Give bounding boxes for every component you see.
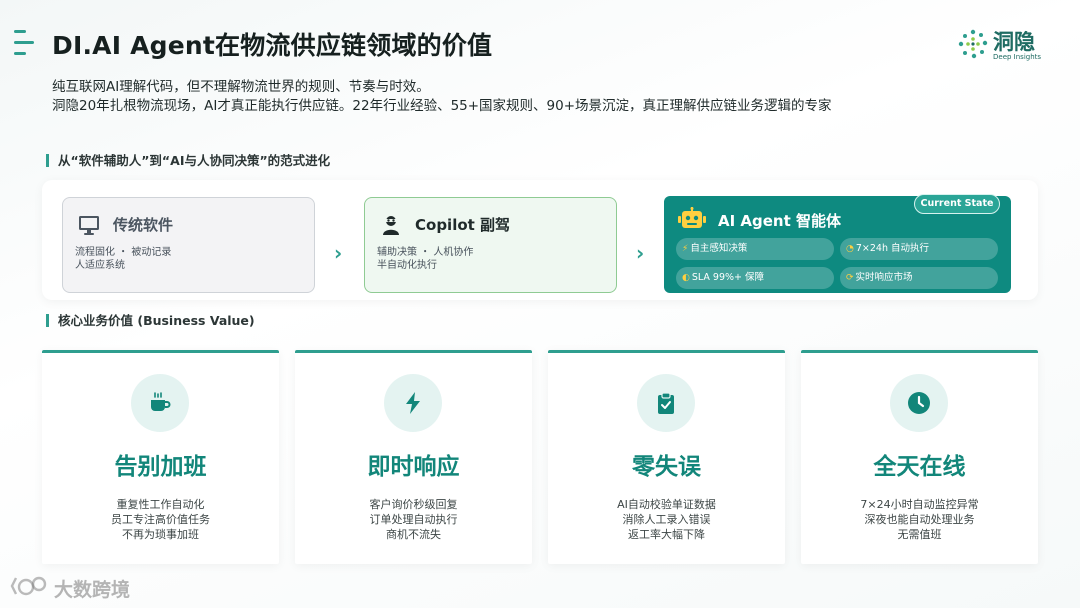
bolt-icon: ⚡ <box>682 244 689 254</box>
coffee-icon <box>151 392 171 411</box>
value-line: 客户询价秒级回复 <box>369 498 458 511</box>
chip-label: 实时响应市场 <box>855 272 913 283</box>
watermark-logo-icon <box>10 576 47 596</box>
watermark-text: 大数跨境 <box>54 579 131 601</box>
value-card: 告别加班 重复性工作自动化 员工专注高价值任务 不再为琐事加班 <box>42 350 279 564</box>
value-card: 全天在线 7×24小时自动监控异常 深夜也能自动处理业务 无需值班 <box>801 350 1038 564</box>
pilot-icon <box>383 216 399 235</box>
chevron-right-icon: › <box>636 241 645 265</box>
brand-logo: 洞隐 Deep Insights <box>957 26 1047 66</box>
capability-chip: ⚡ 自主感知决策 <box>676 238 834 260</box>
value-description: 7×24小时自动监控异常 深夜也能自动处理业务 无需值班 <box>801 497 1038 542</box>
monitor-icon <box>79 216 99 235</box>
evolution-heading: 从“软件辅助人”到“AI与人协同决策”的范式进化 <box>46 154 330 167</box>
value-heading: 核心业务价值 (Business Value) <box>46 314 255 327</box>
value-line: 无需值班 <box>897 528 942 541</box>
stage-title: AI Agent 智能体 <box>718 212 842 230</box>
shield-icon: ◐ <box>682 273 690 283</box>
stage-ai-agent: AI Agent 智能体 Current State ⚡ 自主感知决策 ◔ 7×24… <box>664 194 1011 293</box>
bolt-icon <box>406 392 420 414</box>
clock-icon: ◔ <box>846 244 854 254</box>
capability-chip: ◔ 7×24h 自动执行 <box>840 238 998 260</box>
value-icon-circle <box>890 374 948 432</box>
page-title: DI.AI Agent在物流供应链领域的价值 <box>52 31 493 60</box>
robot-icon <box>678 207 706 228</box>
value-line: 消除人工录入错误 <box>622 513 711 526</box>
menu-icon[interactable] <box>14 30 34 56</box>
value-description: AI自动校验单证数据 消除人工录入错误 返工率大幅下降 <box>548 497 785 542</box>
current-state-badge: Current State <box>914 194 1000 214</box>
value-title: 零失误 <box>632 454 701 480</box>
logo-name: 洞隐 <box>993 30 1035 54</box>
chip-label: SLA 99%+ 保障 <box>691 272 765 283</box>
value-title: 即时响应 <box>367 454 460 480</box>
clock-icon <box>908 392 930 414</box>
capability-chip: ⟳ 实时响应市场 <box>840 267 998 289</box>
value-line: 7×24小时自动监控异常 <box>860 498 979 511</box>
value-card: 零失误 AI自动校验单证数据 消除人工录入错误 返工率大幅下降 <box>548 350 785 564</box>
value-icon-circle <box>637 374 695 432</box>
value-icon-circle <box>384 374 442 432</box>
stage-traditional-software: 传统软件 流程固化 ・ 被动记录 人适应系统 <box>62 197 315 293</box>
stage-desc-line: 半自动化执行 <box>377 260 437 271</box>
value-title: 全天在线 <box>873 454 966 480</box>
capability-chip: ◐ SLA 99%+ 保障 <box>676 267 834 289</box>
logo-subtitle: Deep Insights <box>993 53 1042 61</box>
value-line: 商机不流失 <box>386 528 441 541</box>
value-line: 重复性工作自动化 <box>116 498 205 511</box>
clipboard-check-icon <box>658 392 674 414</box>
stage-description: 辅助决策 ・ 人机协作 半自动化执行 <box>377 246 473 272</box>
value-description: 客户询价秒级回复 订单处理自动执行 商机不流失 <box>295 497 532 542</box>
stage-copilot: Copilot 副驾 辅助决策 ・ 人机协作 半自动化执行 <box>364 197 617 293</box>
value-line: 员工专注高价值任务 <box>111 513 210 526</box>
chip-label: 7×24h 自动执行 <box>855 243 929 254</box>
value-title: 告别加班 <box>114 454 207 480</box>
logo-mark-icon <box>958 29 988 59</box>
chevron-right-icon: › <box>334 241 343 265</box>
stage-desc-line: 流程固化 ・ 被动记录 <box>75 247 172 258</box>
intro-line-2: 洞隐20年扎根物流现场，AI才真正能执行供应链。22年行业经验、55+国家规则、… <box>52 98 832 114</box>
stage-title: Copilot 副驾 <box>415 216 511 234</box>
intro-line-1: 纯互联网AI理解代码，但不理解物流世界的规则、节奏与时效。 <box>52 79 430 95</box>
value-line: 返工率大幅下降 <box>628 528 705 541</box>
stage-description: 流程固化 ・ 被动记录 人适应系统 <box>75 246 171 272</box>
value-line: AI自动校验单证数据 <box>617 498 716 511</box>
intro-text: 纯互联网AI理解代码，但不理解物流世界的规则、节奏与时效。 洞隐20年扎根物流现… <box>52 78 832 116</box>
value-icon-circle <box>131 374 189 432</box>
value-line: 订单处理自动执行 <box>369 513 458 526</box>
stage-desc-line: 人适应系统 <box>75 260 125 271</box>
value-description: 重复性工作自动化 员工专注高价值任务 不再为琐事加班 <box>42 497 279 542</box>
stage-desc-line: 辅助决策 ・ 人机协作 <box>377 247 474 258</box>
value-line: 深夜也能自动处理业务 <box>864 513 975 526</box>
chip-label: 自主感知决策 <box>690 243 748 254</box>
value-line: 不再为琐事加班 <box>122 528 199 541</box>
refresh-icon: ⟳ <box>846 273 854 283</box>
value-card: 即时响应 客户询价秒级回复 订单处理自动执行 商机不流失 <box>295 350 532 564</box>
stage-title: 传统软件 <box>113 216 174 234</box>
